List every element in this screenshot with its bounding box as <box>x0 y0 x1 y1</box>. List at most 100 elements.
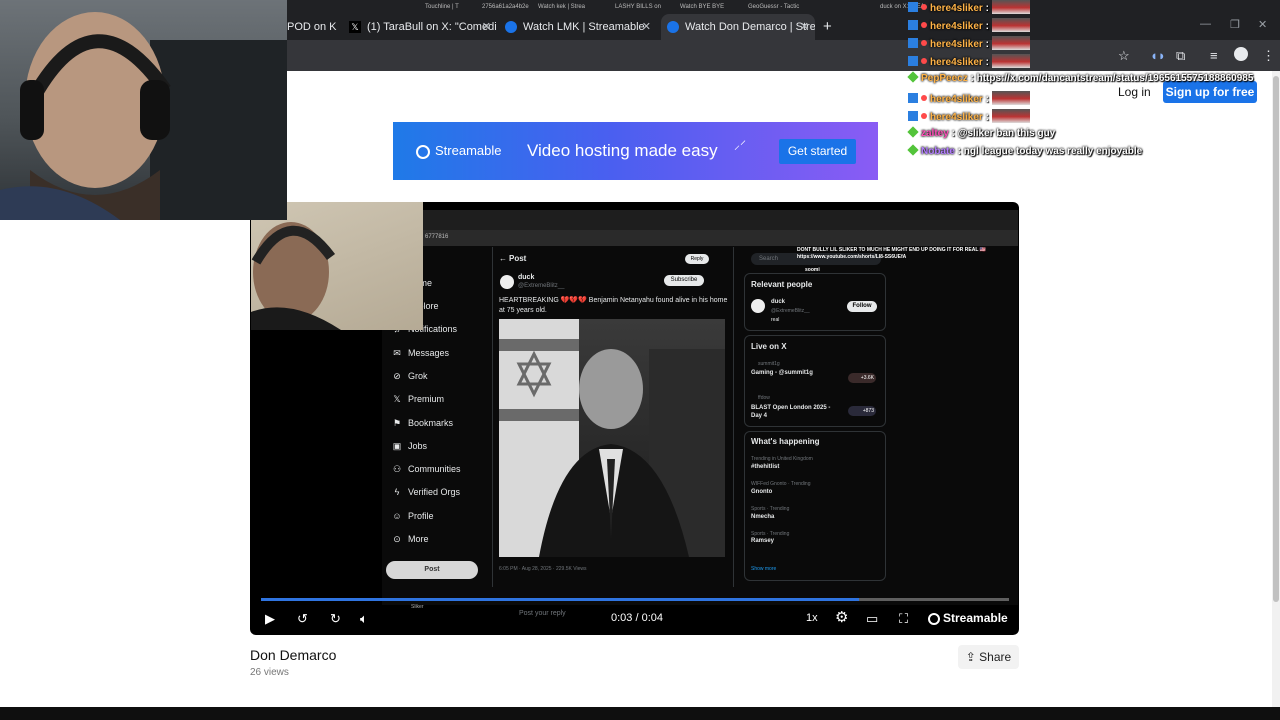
browser-tab-4[interactable]: Watch Don Demarco | Streamab ✕ <box>661 14 815 40</box>
diamond-icon <box>907 126 919 138</box>
inner-tab: GeoGuessr - Tactic <box>748 4 800 10</box>
x-logo-icon: 𝕏 <box>393 394 401 404</box>
live-item-title: Gaming - @summit1g <box>751 370 813 376</box>
author-name: duck <box>518 274 535 281</box>
sidebar-item-jobs: ▣ Jobs <box>392 441 488 452</box>
scrollbar-thumb[interactable] <box>1273 76 1279 602</box>
banner-logo-text: Streamable <box>435 143 502 158</box>
reading-list-icon[interactable]: ≡ <box>1210 48 1218 64</box>
nested-webcam <box>251 202 423 330</box>
progress-fill <box>261 598 859 601</box>
sidebar-item-premium: 𝕏 Premium <box>392 394 488 405</box>
browser-tab-3[interactable]: Watch LMK | Streamable ✕ <box>505 14 657 40</box>
mail-icon: ✉ <box>393 348 401 358</box>
chat-colon: : <box>982 94 992 105</box>
extension-icon[interactable]: ◖◗ <box>1150 48 1166 64</box>
chat-message: here4sliker : <box>908 0 1030 18</box>
live-title: Live on X <box>751 342 787 351</box>
fullscreen-icon[interactable]: ⛶ <box>899 611 908 627</box>
post-text: HEARTBREAKING 💔💔💔 Benjamin Netanyahu fou… <box>499 297 728 314</box>
subscribe-button: Subscribe <box>664 275 704 286</box>
chat-username: here4sliker <box>930 112 983 123</box>
chat-text: https://x.com/dancantstream/status/19656… <box>976 73 1254 84</box>
browser-tab-2[interactable]: 𝕏 (1) TaraBull on X: "Comedian" C ✕ <box>349 14 497 40</box>
kick-icon <box>908 2 918 12</box>
forward-icon[interactable]: ↻ <box>330 611 341 627</box>
inner-reply-user: Sliker <box>411 604 424 610</box>
chat-message: Nobate : ngl league today was really enj… <box>907 144 1143 163</box>
chat-message: here4sliker : <box>908 18 1030 36</box>
chat-message: here4sliker : <box>908 54 1030 72</box>
chat-colon: : <box>982 39 992 50</box>
chat-username: here4sliker <box>930 94 983 105</box>
player-brand[interactable]: Streamable <box>928 611 1008 625</box>
grok-icon: ⊘ <box>393 371 401 381</box>
streamable-icon <box>505 21 517 34</box>
close-tab-icon[interactable]: ✕ <box>482 14 491 40</box>
post-meta: 6:05 PM · Aug 28, 2025 · 229.5K Views <box>499 566 587 572</box>
chat-username: here4sliker <box>930 3 983 14</box>
maximize-icon[interactable]: ❐ <box>1230 18 1240 31</box>
more-icon: ⊙ <box>393 534 401 544</box>
chat-message: PepPeecz : https://x.com/dancantstream/s… <box>907 71 1254 90</box>
inner-url: 6777816 <box>425 234 449 240</box>
tab-title: Watch Don Demarco | Streamab <box>685 21 815 33</box>
volume-icon[interactable]: 🔈︎ <box>360 611 368 627</box>
close-tab-icon[interactable]: ✕ <box>642 14 651 40</box>
sidebar-item-messages: ✉ Messages <box>392 348 488 359</box>
post-image <box>499 319 725 557</box>
trend-context: Trending in United Kingdom <box>751 456 813 462</box>
tab-title: (1) TaraBull on X: "Comedian" C <box>367 21 497 33</box>
get-started-button[interactable]: Get started <box>779 139 856 164</box>
close-tab-icon[interactable]: ✕ <box>800 14 809 40</box>
live-dot-icon <box>921 4 927 10</box>
inner-tab: LASHY BILLS on <box>615 4 661 10</box>
chat-username: here4sliker <box>930 39 983 50</box>
settings-gear-icon[interactable]: ⚙ <box>835 610 848 626</box>
player-brand-text: Streamable <box>943 611 1008 625</box>
x-logo-icon: 𝕏 <box>349 21 361 34</box>
chat-colon: : <box>954 146 964 157</box>
lightning-icon: ϟ <box>394 487 400 497</box>
chat-text: ngl league today was really enjoyable <box>963 146 1143 157</box>
inner-address-bar <box>382 230 1018 246</box>
rewind-icon[interactable]: ↺ <box>297 611 308 627</box>
inner-chat-user: soomi <box>805 267 820 273</box>
menu-kebab-icon[interactable]: ⋮ <box>1262 48 1275 64</box>
trend-context: WIFFed Gnonto · Trending <box>751 481 811 487</box>
diamond-icon <box>907 71 919 83</box>
pip-icon[interactable]: ▭ <box>866 611 878 627</box>
relevant-bio: real <box>771 317 780 323</box>
sidebar-label: More <box>408 534 429 544</box>
chat-username: here4sliker <box>930 57 983 68</box>
sidebar-label: Communities <box>408 464 461 474</box>
browser-tab-1[interactable]: POD on K <box>287 14 345 40</box>
share-button[interactable]: ⇪ Share <box>958 645 1019 669</box>
bookmark-star-icon[interactable]: ☆ <box>1118 48 1130 64</box>
video-title: Don Demarco <box>250 647 337 663</box>
chat-message: here4sliker : <box>908 36 1030 54</box>
sidebar-label: Jobs <box>408 441 428 451</box>
kick-icon <box>908 20 918 30</box>
show-more-link: Show more <box>751 566 777 572</box>
profile-avatar[interactable] <box>1234 47 1248 61</box>
inner-tab: Watch kek | Strea <box>538 4 586 10</box>
happening-title: What's happening <box>751 437 820 446</box>
live-dot-icon <box>921 95 927 101</box>
speed-button[interactable]: 1x <box>806 612 818 624</box>
chat-colon: : <box>948 128 958 139</box>
close-window-icon[interactable]: ✕ <box>1258 18 1267 31</box>
sidebar-label: Bookmarks <box>408 418 454 428</box>
live-dot-icon <box>921 58 927 64</box>
sidebar-label: Premium <box>408 394 445 404</box>
puzzle-icon[interactable]: ⧉ <box>1176 48 1185 64</box>
inner-tab-bar <box>382 210 1018 230</box>
chat-colon: : <box>967 73 977 84</box>
minimize-icon[interactable]: — <box>1200 18 1211 30</box>
new-tab-button[interactable]: + <box>823 19 832 35</box>
play-icon[interactable]: ▶ <box>265 611 275 627</box>
inner-post-button: Post <box>386 561 478 579</box>
person-icon: ☺ <box>392 511 402 521</box>
avatar <box>751 299 765 313</box>
live-count: +3.6K <box>848 373 876 383</box>
